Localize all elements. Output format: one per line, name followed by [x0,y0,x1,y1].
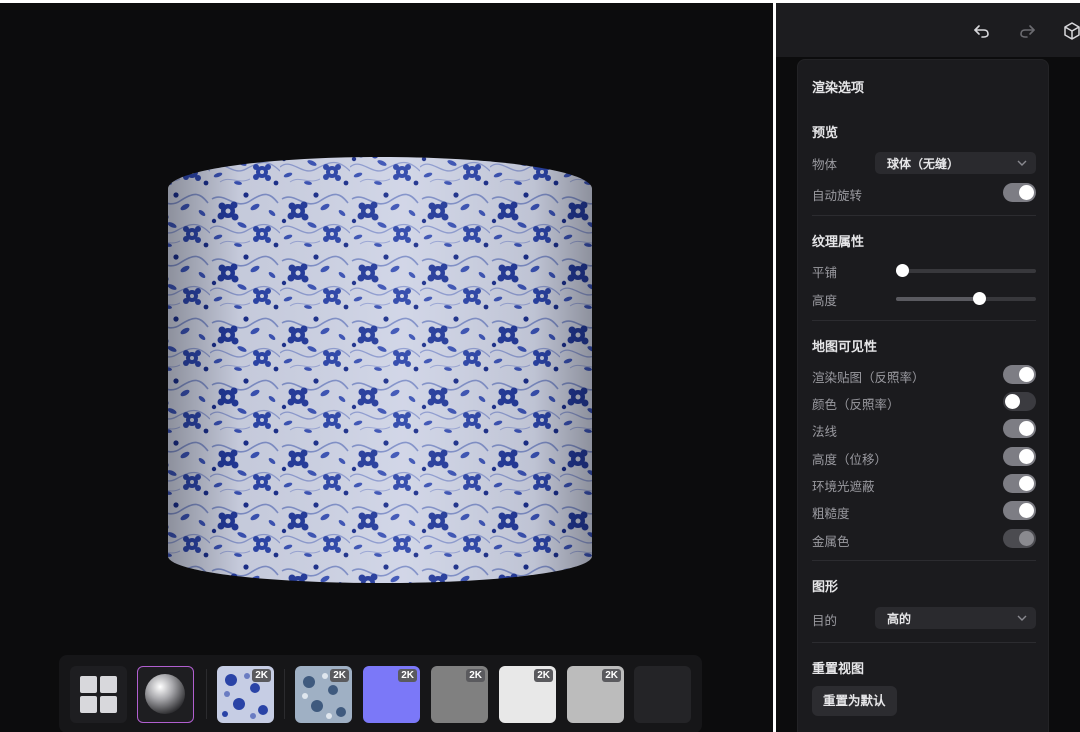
redo-icon[interactable] [1017,21,1037,41]
resolution-badge: 2K [398,669,417,682]
normal-map-label: 法线 [812,424,838,439]
normal-map-thumbnail[interactable]: 2K [363,666,420,723]
height-map-label: 高度（位移） [812,452,888,467]
grid-view-button[interactable] [70,666,127,723]
sphere-preview-button[interactable] [137,666,194,723]
metal-map-label: 金属色 [812,534,850,549]
tiling-slider-handle[interactable] [895,264,909,277]
map-visibility-heading: 地图可见性 [812,340,878,355]
3d-viewport[interactable]: 2K 2K 2K 2K 2K 2K [0,3,773,732]
render-map-toggle[interactable] [1003,365,1036,384]
height-slider-handle[interactable] [972,292,986,305]
sphere-icon [145,674,185,714]
ao-map-thumbnail[interactable]: 2K [499,666,556,723]
purpose-label: 目的 [812,613,838,628]
color-map-toggle[interactable] [1003,392,1036,411]
height-map-thumbnail[interactable]: 2K [431,666,488,723]
cube-icon[interactable] [1062,21,1080,41]
height-label: 高度 [812,293,838,308]
metal-map-thumbnail[interactable] [634,666,691,723]
resolution-badge: 2K [466,669,485,682]
map-thumbnail-bar: 2K 2K 2K 2K 2K 2K [59,655,702,732]
purpose-select-value: 高的 [887,612,912,626]
ao-map-label: 环境光遮蔽 [812,479,875,494]
grid-icon [80,676,117,713]
object-label: 物体 [812,157,838,172]
undo-icon[interactable] [972,21,992,41]
auto-rotate-toggle[interactable] [1003,183,1036,202]
color-map-label: 颜色（反照率） [812,397,900,412]
metal-map-toggle[interactable] [1003,529,1036,548]
object-select[interactable]: 球体（无缝） [875,152,1036,174]
roughness-map-label: 粗糙度 [812,506,850,521]
render-options-panel: 渲染选项 预览 物体 球体（无缝） 自动旋转 纹理属性 平铺 高度 地图可见性 … [776,3,1080,732]
resolution-badge: 2K [602,669,621,682]
chevron-down-icon [1017,160,1027,166]
chevron-down-icon [1017,615,1027,621]
resolution-badge: 2K [534,669,553,682]
render-map-label: 渲染贴图（反照率） [812,370,925,385]
render-map-thumbnail[interactable]: 2K [217,666,274,723]
roughness-map-thumbnail[interactable]: 2K [567,666,624,723]
height-map-toggle[interactable] [1003,447,1036,466]
height-slider[interactable] [896,292,1036,305]
panel-title: 渲染选项 [812,81,865,96]
shape-heading: 图形 [812,580,839,595]
resolution-badge: 2K [330,669,349,682]
resolution-badge: 2K [252,669,271,682]
color-map-thumbnail[interactable]: 2K [295,666,352,723]
reset-default-button[interactable]: 重置为默认 [812,686,897,716]
ao-map-toggle[interactable] [1003,474,1036,493]
roughness-map-toggle[interactable] [1003,501,1036,520]
reset-heading: 重置视图 [812,662,865,677]
render-options-card: 渲染选项 预览 物体 球体（无缝） 自动旋转 纹理属性 平铺 高度 地图可见性 … [797,59,1049,732]
tiling-label: 平铺 [812,265,838,280]
texture-heading: 纹理属性 [812,235,865,250]
purpose-select[interactable]: 高的 [875,607,1036,629]
tiling-slider[interactable] [895,264,1036,277]
preview-heading: 预览 [812,126,839,141]
object-select-value: 球体（无缝） [887,157,960,171]
top-toolbar [776,3,1080,57]
normal-map-toggle[interactable] [1003,419,1036,438]
auto-rotate-label: 自动旋转 [812,188,863,203]
cylinder-preview[interactable] [0,3,773,732]
